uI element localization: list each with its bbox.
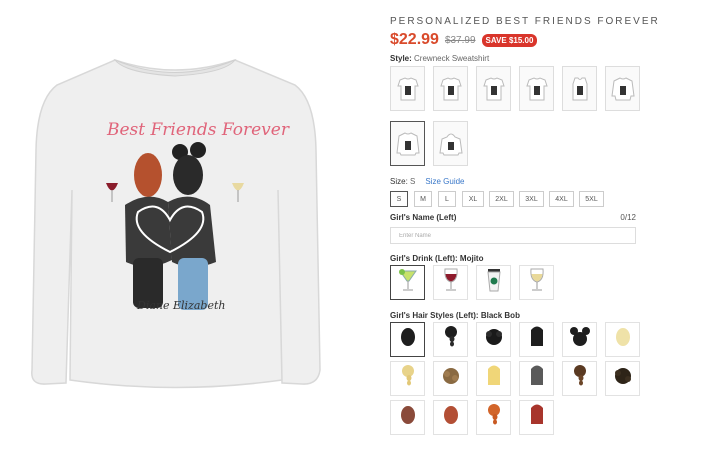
hair-value: Black Bob	[480, 311, 520, 320]
hair-option-15[interactable]	[476, 400, 511, 435]
hair-option-10[interactable]	[519, 361, 554, 396]
coffee-cup-icon	[483, 267, 505, 298]
dark-curly-hair-icon	[613, 364, 633, 393]
style-option-crewneck-sweatshirt[interactable]	[390, 121, 425, 166]
style-option-6[interactable]	[605, 66, 640, 111]
style-option-5[interactable]	[562, 66, 597, 111]
brown-braid-hair-icon	[570, 363, 590, 394]
black-space-buns-hair-icon	[569, 325, 591, 354]
product-title: PERSONALIZED BEST FRIENDS FOREVER	[390, 16, 660, 27]
hair-option-5[interactable]	[562, 322, 597, 357]
drink-label: Girl's Drink (Left): Mojito	[390, 254, 484, 263]
hair-option-8[interactable]	[433, 361, 468, 396]
style-value: Crewneck Sweatshirt	[414, 54, 490, 63]
hair-option-3[interactable]	[476, 322, 511, 357]
black-bob-hair-icon	[398, 325, 418, 354]
grey-long-hair-icon	[527, 363, 547, 394]
save-badge: SAVE $15.00	[481, 33, 538, 47]
drink-option-white-wine[interactable]	[519, 265, 554, 300]
hair-option-11[interactable]	[562, 361, 597, 396]
girl-name-label: Girl's Name (Left)	[390, 213, 457, 222]
size-label: Size: S Size Guide	[390, 177, 465, 186]
size-option-5xl[interactable]: 5XL	[579, 191, 604, 207]
drink-value: Mojito	[459, 254, 484, 263]
hair-option-12[interactable]	[605, 361, 640, 396]
black-long-hair-icon	[527, 324, 547, 355]
drink-option-red-wine[interactable]	[433, 265, 468, 300]
size-option-2xl[interactable]: 2XL	[489, 191, 514, 207]
char-counter: 0/12	[620, 213, 636, 222]
size-option-3xl[interactable]: 3XL	[519, 191, 544, 207]
style-label: Style: Crewneck Sweatshirt	[390, 54, 490, 63]
design-name-left: Diane	[137, 299, 170, 312]
style-option-4[interactable]	[519, 66, 554, 111]
black-curly-hair-icon	[484, 325, 504, 354]
hair-option-13[interactable]	[390, 400, 425, 435]
style-option-2[interactable]	[433, 66, 468, 111]
current-price: $22.99	[390, 31, 439, 48]
size-option-4xl[interactable]: 4XL	[549, 191, 574, 207]
red-bob-hair-icon	[441, 403, 461, 432]
hair-option-9[interactable]	[476, 361, 511, 396]
girl-name-input[interactable]	[390, 227, 636, 244]
style-option-hoodie[interactable]	[433, 121, 468, 166]
size-option-s[interactable]: S	[390, 191, 408, 207]
hair-option-6[interactable]	[605, 322, 640, 357]
product-image	[20, 40, 330, 400]
blonde-bob-hair-icon	[613, 325, 633, 354]
size-guide-link[interactable]: Size Guide	[425, 177, 464, 186]
white-wine-icon	[526, 267, 548, 298]
style-option-3[interactable]	[476, 66, 511, 111]
size-option-l[interactable]: L	[438, 191, 456, 207]
hair-option-7[interactable]	[390, 361, 425, 396]
design-title: Best Friends Forever	[107, 120, 289, 140]
price-row: $22.99 $37.99 SAVE $15.00	[390, 31, 538, 49]
black-braid-hair-icon	[441, 324, 461, 355]
auburn-bob-hair-icon	[398, 403, 418, 432]
drink-option-mojito[interactable]	[390, 265, 425, 300]
red-long-hair-icon	[527, 402, 547, 433]
blonde-long-hair-icon	[484, 363, 504, 394]
blonde-braid-hair-icon	[398, 363, 418, 394]
hair-option-black-bob[interactable]	[390, 322, 425, 357]
ginger-braid-hair-icon	[484, 402, 504, 433]
size-option-xl[interactable]: XL	[462, 191, 484, 207]
brown-curly-hair-icon	[441, 364, 461, 393]
size-option-m[interactable]: M	[414, 191, 432, 207]
hair-option-2[interactable]	[433, 322, 468, 357]
red-wine-icon	[440, 267, 462, 298]
drink-option-coffee[interactable]	[476, 265, 511, 300]
mojito-icon	[397, 267, 419, 298]
original-price: $37.99	[444, 34, 476, 46]
hair-option-16[interactable]	[519, 400, 554, 435]
style-option-1[interactable]	[390, 66, 425, 111]
hair-label: Girl's Hair Styles (Left): Black Bob	[390, 311, 520, 320]
size-value: S	[410, 177, 416, 186]
design-name-right: Elizabeth	[173, 299, 226, 312]
hair-option-4[interactable]	[519, 322, 554, 357]
hair-option-14[interactable]	[433, 400, 468, 435]
